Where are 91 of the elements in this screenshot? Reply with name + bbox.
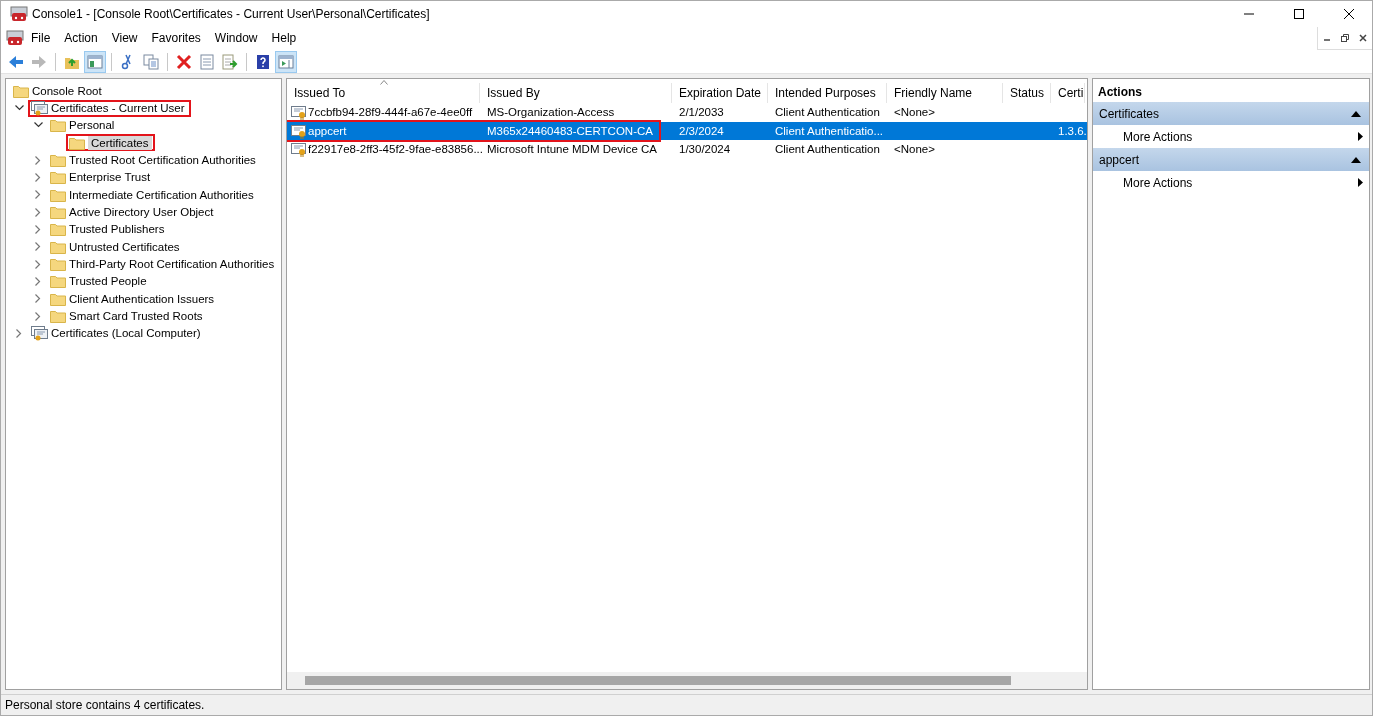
table-cell-text: Client Authentication <box>774 106 881 119</box>
certificate-store-icon <box>31 325 48 342</box>
chevron-right-icon[interactable] <box>35 224 41 234</box>
section-header[interactable]: Certificates <box>1093 102 1369 125</box>
console-icon <box>6 30 24 46</box>
folder-icon <box>50 257 66 272</box>
folder-icon <box>50 187 66 202</box>
tree-item[interactable]: Third-Party Root Certification Authorities <box>69 257 278 272</box>
chevron-down-icon[interactable] <box>33 122 43 129</box>
menu-item[interactable]: Help <box>264 31 304 45</box>
tree-item[interactable]: Trusted Publishers <box>69 222 168 237</box>
menu-item[interactable]: Favorites <box>144 31 208 45</box>
certificate-store-icon <box>31 100 48 116</box>
table-cell-text: <None> <box>893 143 936 156</box>
tree-item[interactable]: Console Root <box>32 83 105 98</box>
tree-item[interactable]: Smart Card Trusted Roots <box>69 309 206 324</box>
action-item[interactable]: More Actions <box>1093 171 1369 194</box>
collapse-triangle-icon[interactable] <box>1351 156 1361 163</box>
sort-indicator-icon <box>380 80 388 85</box>
table-cell: f22917e8-2ff3-45f2-9fae-e83856... <box>308 143 483 156</box>
submenu-arrow-icon <box>1358 132 1363 141</box>
window-title: Console1 - [Console Root\Certificates - Current User\Personal\Certificates] <box>32 6 430 21</box>
folder-icon <box>50 222 66 237</box>
status-text: Personal store contains 4 certificates. <box>5 698 205 712</box>
chevron-right-icon[interactable] <box>35 259 41 269</box>
table-cell-text: Client Authentication <box>774 143 881 156</box>
section-title: appcert <box>1099 152 1140 167</box>
folder-icon <box>50 239 66 254</box>
table-cell-text: <None> <box>893 106 936 119</box>
folder-icon <box>13 83 29 98</box>
tree-item[interactable]: Untrusted Certificates <box>69 239 183 254</box>
tree-item[interactable]: Client Authentication Issuers <box>69 291 218 306</box>
menu-item[interactable]: View <box>104 31 145 45</box>
chevron-right-icon[interactable] <box>16 329 22 338</box>
table-cell-text: Client Authenticatio... <box>774 124 885 137</box>
action-label: More Actions <box>1123 175 1193 190</box>
chevron-right-icon[interactable] <box>35 294 41 304</box>
action-label: More Actions <box>1123 129 1193 144</box>
chevron-right-icon[interactable] <box>35 276 41 286</box>
tree-item[interactable]: Active Directory User Object <box>69 205 217 220</box>
folder-icon <box>50 205 66 220</box>
table-cell-text: Microsoft Intune MDM Device CA <box>486 143 658 156</box>
folder-icon <box>69 135 85 150</box>
action-item[interactable]: More Actions <box>1093 125 1369 148</box>
chevron-right-icon[interactable] <box>35 172 41 182</box>
folder-icon <box>50 309 66 324</box>
submenu-arrow-icon <box>1358 178 1363 187</box>
maximize-icon <box>1293 8 1305 19</box>
tree-item[interactable]: Intermediate Certification Authorities <box>69 187 257 202</box>
folder-icon <box>50 291 66 306</box>
selected-row[interactable]: appcert M365x24460483-CERTCON-CA 2/3/2024 Client Authenticatio... 1.3.6. <box>287 121 1087 140</box>
collapse-triangle-icon[interactable] <box>1351 110 1361 117</box>
table-cell-text: 2/1/2033 <box>678 106 725 119</box>
menu-item[interactable]: Window <box>207 31 265 45</box>
folder-icon <box>50 118 66 133</box>
table-cell-text: M365x24460483-CERTCON-CA <box>486 124 654 137</box>
certificate-icon <box>291 122 307 139</box>
chevron-right-icon[interactable] <box>35 311 41 321</box>
certificate-icon <box>291 141 307 158</box>
tree-item[interactable]: Personal <box>69 118 118 133</box>
chevron-right-icon[interactable] <box>35 190 41 200</box>
table-cell-text: 1/30/2024 <box>678 143 732 156</box>
tree-item[interactable]: Trusted Root Certification Authorities <box>69 153 259 168</box>
chevron-right-icon[interactable] <box>35 242 41 252</box>
section-header[interactable]: appcert <box>1093 148 1369 171</box>
tree-item[interactable]: Certificates <box>88 135 152 150</box>
tree-item[interactable]: Trusted People <box>69 274 150 289</box>
section-title: Certificates <box>1099 106 1160 121</box>
menu-item[interactable]: Action <box>57 31 105 45</box>
certificate-icon <box>291 104 307 121</box>
close-icon <box>1343 8 1355 19</box>
horizontal-scrollbar[interactable] <box>287 672 1087 689</box>
tree-item[interactable]: Enterprise Trust <box>69 170 154 185</box>
table-cell: 7ccbfb94-28f9-444f-a67e-4ee0ff <box>308 106 473 119</box>
tree-item[interactable]: Certificates - Current User <box>51 101 188 115</box>
folder-icon <box>50 170 66 185</box>
folder-icon <box>50 153 66 168</box>
table-cell-text: 1.3.6. <box>1057 124 1085 137</box>
tree-item[interactable]: Certificates (Local Computer) <box>51 326 204 341</box>
pane-title: Actions <box>1097 84 1143 101</box>
table-cell: appcert <box>308 124 347 137</box>
restore-icon <box>1340 33 1350 43</box>
chevron-right-icon[interactable] <box>35 207 41 217</box>
table-cell-text: MS-Organization-Access <box>486 106 616 119</box>
folder-icon <box>50 274 66 289</box>
chevron-down-icon[interactable] <box>14 105 24 111</box>
close-icon <box>1358 33 1368 43</box>
chevron-right-icon[interactable] <box>35 155 41 165</box>
table-cell-text: 2/3/2024 <box>678 124 725 137</box>
app-icon <box>10 5 28 22</box>
menu-item[interactable]: File <box>24 31 58 45</box>
